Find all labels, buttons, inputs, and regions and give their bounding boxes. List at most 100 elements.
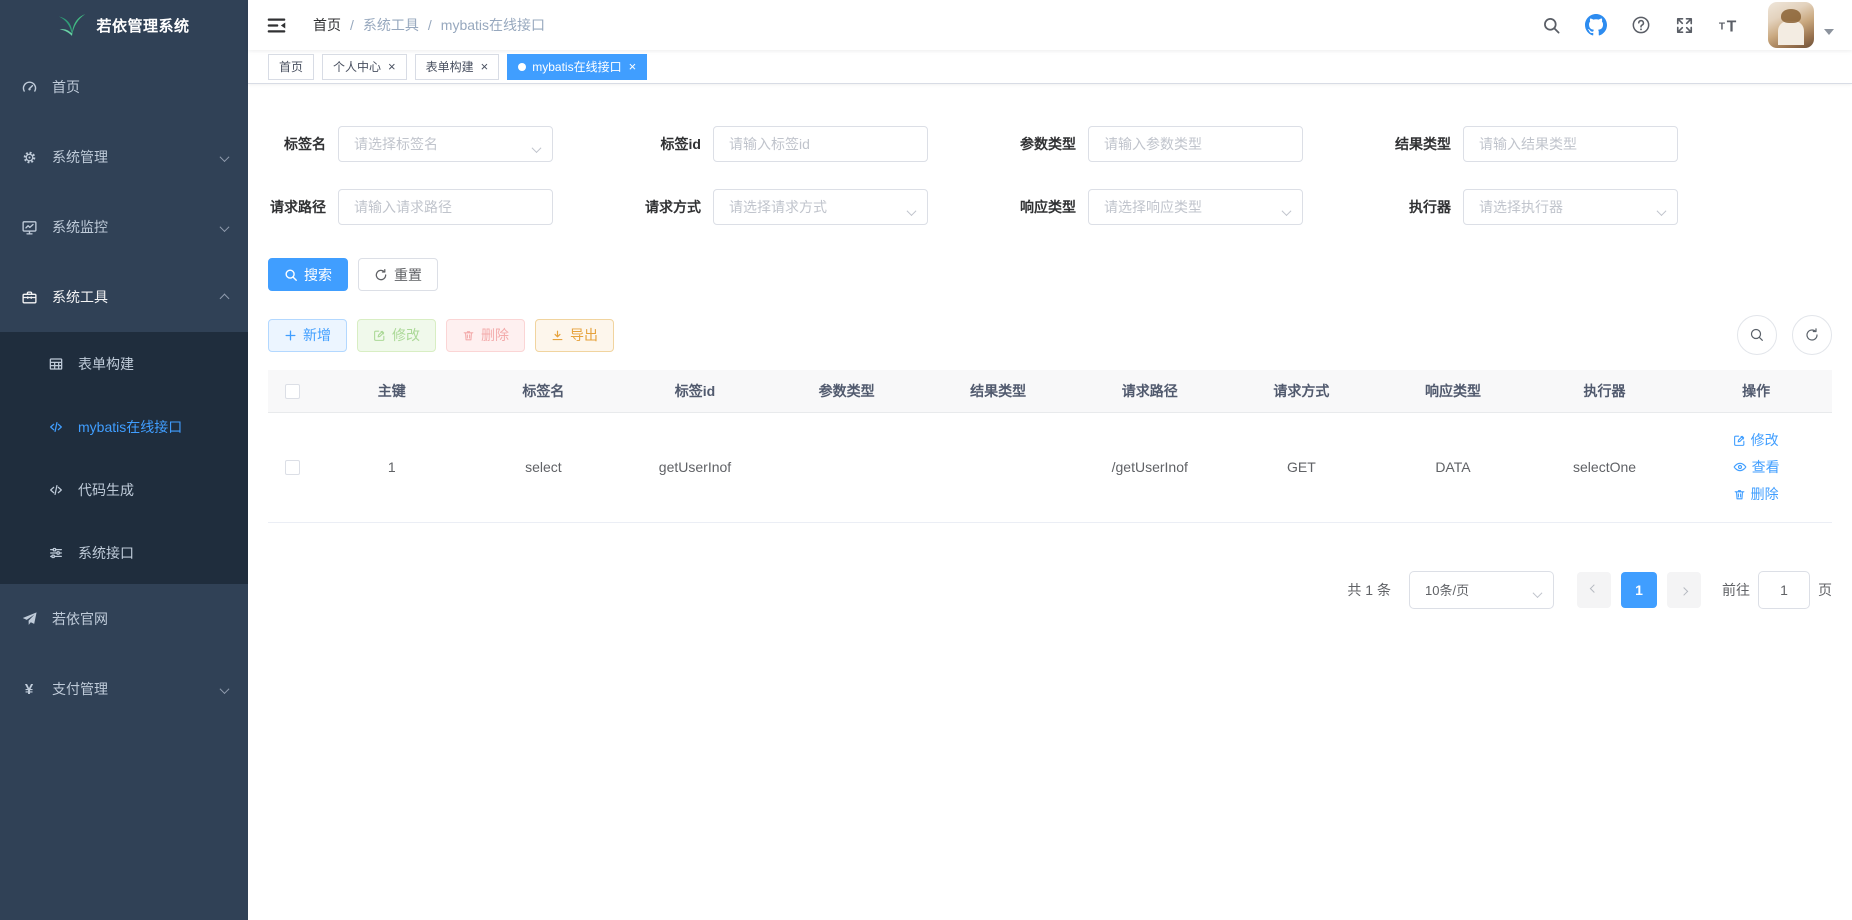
github-icon[interactable]: [1585, 14, 1607, 36]
cell-response-type: DATA: [1377, 412, 1529, 522]
goto-page-input[interactable]: [1758, 571, 1810, 609]
tab-label: 表单构建: [426, 58, 474, 75]
breadcrumb-current: mybatis在线接口: [441, 15, 545, 35]
filter-item-tag-id: 标签id: [643, 126, 928, 162]
row-view-link[interactable]: 查看: [1733, 457, 1780, 477]
sidebar-item-system-tools[interactable]: 系统工具: [0, 262, 248, 332]
column-header-tag-id: 标签id: [619, 370, 771, 412]
toggle-search-button[interactable]: [1737, 315, 1777, 355]
goto-label: 前往: [1722, 580, 1750, 600]
avatar[interactable]: [1768, 2, 1814, 48]
response-type-select[interactable]: [1088, 189, 1303, 225]
cell-request-method: GET: [1226, 412, 1378, 522]
export-button[interactable]: 导出: [535, 319, 614, 352]
breadcrumb-system-tools[interactable]: 系统工具: [363, 15, 419, 35]
sidebar-toggle-hamburger-icon[interactable]: [266, 15, 287, 36]
breadcrumb: 首页 / 系统工具 / mybatis在线接口: [313, 15, 545, 35]
sidebar-item-label: 表单构建: [78, 354, 134, 374]
prev-page-button[interactable]: [1577, 572, 1611, 608]
sidebar-item-label: 首页: [52, 77, 80, 97]
close-icon[interactable]: ×: [481, 60, 489, 73]
row-edit-link[interactable]: 修改: [1733, 430, 1779, 450]
tag-id-input[interactable]: [713, 126, 928, 162]
sidebar-item-mybatis-online-api[interactable]: mybatis在线接口: [0, 395, 248, 458]
sidebar-item-system-monitor[interactable]: 系统监控: [0, 192, 248, 262]
page-number-button[interactable]: 1: [1621, 572, 1657, 608]
page-content: 标签名 标签id 参数类型 结果类型: [248, 84, 1852, 920]
tab-home[interactable]: 首页: [268, 54, 314, 80]
sidebar-item-official-site[interactable]: 若依官网: [0, 584, 248, 654]
filter-label: 响应类型: [1018, 197, 1088, 217]
edit-button[interactable]: 修改: [357, 319, 436, 352]
tab-form-builder[interactable]: 表单构建 ×: [415, 54, 500, 80]
cell-result-type: [922, 412, 1074, 522]
sidebar-item-code-generation[interactable]: 代码生成: [0, 458, 248, 521]
page-unit-label: 页: [1818, 580, 1832, 600]
column-header-param-type: 参数类型: [771, 370, 923, 412]
top-navbar: 首页 / 系统工具 / mybatis在线接口: [248, 0, 1852, 50]
tab-label: 个人中心: [333, 58, 381, 75]
active-tab-dot: [518, 63, 526, 71]
next-page-button[interactable]: [1667, 572, 1701, 608]
result-type-input[interactable]: [1463, 126, 1678, 162]
tab-profile[interactable]: 个人中心 ×: [322, 54, 407, 80]
navbar-right-tools: T T: [1530, 2, 1838, 48]
param-type-input[interactable]: [1088, 126, 1303, 162]
fullscreen-icon[interactable]: [1675, 16, 1694, 35]
refresh-table-button[interactable]: [1792, 315, 1832, 355]
sidebar-item-payment-mgmt[interactable]: ¥ 支付管理: [0, 654, 248, 724]
search-button[interactable]: 搜索: [268, 258, 348, 291]
page-size-select[interactable]: [1409, 571, 1554, 609]
row-checkbox[interactable]: [285, 460, 300, 475]
chevron-down-icon: [221, 681, 228, 697]
breadcrumb-home[interactable]: 首页: [313, 15, 341, 35]
app-logo[interactable]: 若依管理系统: [0, 0, 248, 50]
svg-text:T: T: [1727, 18, 1737, 35]
column-header-result-type: 结果类型: [922, 370, 1074, 412]
cell-param-type: [771, 412, 923, 522]
column-header-request-method: 请求方式: [1226, 370, 1378, 412]
filter-label: 标签名: [268, 134, 338, 154]
sidebar-item-system-mgmt[interactable]: 系统管理: [0, 122, 248, 192]
refresh-icon: [374, 268, 388, 282]
request-path-input[interactable]: [338, 189, 553, 225]
sidebar-item-label: 系统工具: [52, 287, 108, 307]
paper-plane-icon: [20, 610, 38, 628]
executor-select[interactable]: [1463, 189, 1678, 225]
request-method-select[interactable]: [713, 189, 928, 225]
tag-name-select[interactable]: [338, 126, 553, 162]
reset-button[interactable]: 重置: [358, 258, 438, 291]
app-title: 若依管理系统: [96, 15, 189, 36]
row-delete-link[interactable]: 删除: [1733, 484, 1779, 504]
column-header-request-path: 请求路径: [1074, 370, 1226, 412]
magnifier-icon: [1749, 327, 1765, 343]
caret-down-icon[interactable]: [1824, 29, 1834, 35]
select-all-checkbox[interactable]: [285, 384, 300, 399]
table-row[interactable]: 1 select getUserInof /getUserInof GET DA…: [268, 412, 1832, 522]
plus-icon: [284, 329, 297, 342]
monitor-icon: [20, 218, 38, 236]
help-icon[interactable]: [1631, 15, 1651, 35]
sliders-icon: [47, 544, 64, 561]
cell-request-path: /getUserInof: [1074, 412, 1226, 522]
close-icon[interactable]: ×: [629, 60, 637, 73]
sidebar-item-home[interactable]: 首页: [0, 52, 248, 122]
filter-label: 请求方式: [643, 197, 713, 217]
filter-item-param-type: 参数类型: [1018, 126, 1303, 162]
search-icon[interactable]: [1542, 16, 1561, 35]
delete-button[interactable]: 删除: [446, 319, 525, 352]
table-header-row: 主键 标签名 标签id 参数类型 结果类型 请求路径 请求方式 响应类型 执行器…: [268, 370, 1832, 412]
sidebar-item-system-api[interactable]: 系统接口: [0, 521, 248, 584]
sidebar-item-form-builder[interactable]: 表单构建: [0, 332, 248, 395]
cell-id: 1: [316, 412, 468, 522]
filter-item-tag-name: 标签名: [268, 126, 553, 162]
sidebar-item-label: 若依官网: [52, 609, 108, 629]
add-button[interactable]: 新增: [268, 319, 347, 352]
font-size-icon[interactable]: T T: [1718, 14, 1740, 36]
toolbar-buttons: 新增 修改: [268, 319, 614, 352]
close-icon[interactable]: ×: [388, 60, 396, 73]
toolbox-icon: [20, 288, 38, 306]
tab-mybatis-online-api[interactable]: mybatis在线接口 ×: [507, 54, 647, 80]
column-header-actions: 操作: [1680, 370, 1832, 412]
column-header-tag-name: 标签名: [468, 370, 620, 412]
